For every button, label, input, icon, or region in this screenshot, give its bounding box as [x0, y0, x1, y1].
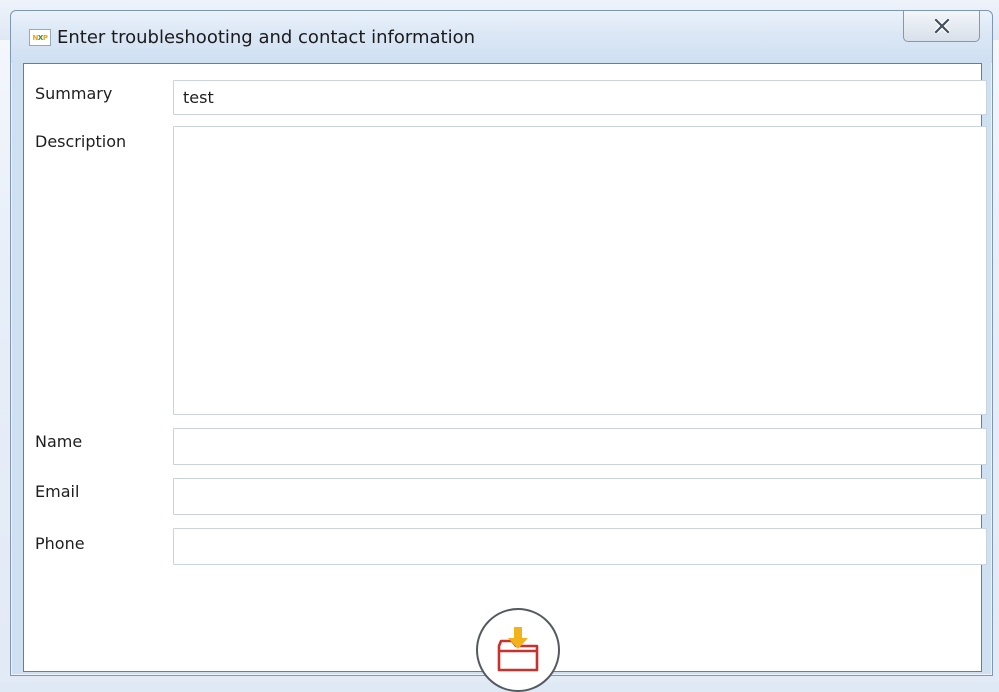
summary-input[interactable] [173, 80, 987, 115]
name-input[interactable] [173, 428, 987, 465]
name-label: Name [35, 432, 83, 451]
window-title: Enter troubleshooting and contact inform… [57, 27, 475, 48]
dialog-content: Summary Description Name Email Phone [23, 63, 987, 692]
description-textarea[interactable] [173, 126, 987, 415]
title-bar: NXP Enter troubleshooting and contact in… [11, 11, 992, 63]
app-logo-icon: NXP [29, 29, 51, 46]
phone-input[interactable] [173, 528, 987, 565]
submit-download-button[interactable] [476, 608, 560, 692]
summary-label: Summary [35, 84, 113, 103]
download-to-folder-icon [497, 627, 539, 672]
dialog-window: NXP Enter troubleshooting and contact in… [10, 10, 993, 692]
app-logo-letter-3: P [42, 33, 48, 42]
close-icon [933, 19, 950, 33]
description-label: Description [35, 132, 127, 151]
close-button[interactable] [903, 11, 980, 42]
phone-label: Phone [35, 534, 85, 553]
email-label: Email [35, 482, 80, 501]
email-input[interactable] [173, 478, 987, 515]
